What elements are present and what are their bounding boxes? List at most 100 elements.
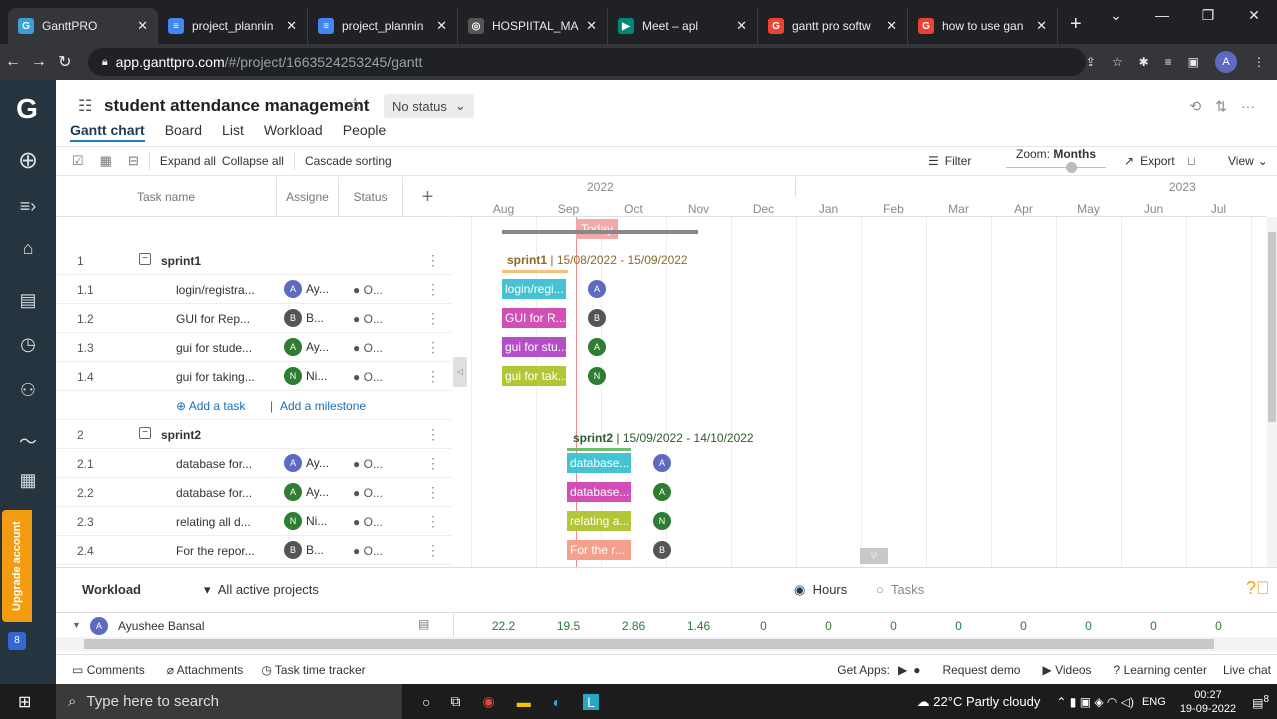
windows-start-icon[interactable]: ⊞ [18,692,31,712]
collapse-all-button[interactable]: Collapse all [222,154,284,168]
add-task-link[interactable]: ⊕ Add a task [176,399,245,413]
tab-close-icon[interactable]: ✕ [286,18,297,34]
task-name[interactable]: GUI for Rep... [176,312,250,326]
status-cell[interactable]: ● O... [353,283,383,297]
minimize-button[interactable]: — [1139,0,1185,30]
row-menu-icon[interactable]: ⋮ [426,513,440,530]
task-row[interactable]: 2.1 database for... A Ay... ● O... ⋮ [56,449,452,478]
calendar-icon[interactable]: ▤ [418,617,429,631]
group-row[interactable]: 2 − sprint2 ⋮ [56,420,452,449]
side-panel-icon[interactable]: ▣ [1188,55,1199,69]
vertical-scrollbar-thumb[interactable] [1268,232,1276,422]
zoom-slider[interactable] [1006,162,1106,177]
row-menu-icon[interactable]: ⋮ [426,310,440,327]
filter-button[interactable]: ☰ Filter [928,154,971,168]
row-menu-icon[interactable]: ⋮ [426,484,440,501]
scrollbar-thumb[interactable] [84,639,1214,649]
clock[interactable]: 00:27 19-09-2022 [1180,688,1236,716]
row-menu-icon[interactable]: ⋮ [426,542,440,559]
task-bar[interactable]: GUI for R... [502,308,566,328]
task-bar[interactable]: For the r... [567,540,631,560]
projects-icon[interactable]: ▤ [0,290,56,311]
task-row[interactable]: 1.2 GUI for Rep... B B... ● O... ⋮ [56,304,452,333]
group-name[interactable]: sprint2 [161,428,201,442]
browser-tab[interactable]: G GanttPRO ✕ [8,8,158,44]
task-bar[interactable]: database... [567,482,631,502]
task-name[interactable]: database for... [176,486,252,500]
notification-center-icon[interactable]: ▤8 [1252,694,1269,710]
chrome-taskbar-icon[interactable]: ◉ [482,693,494,710]
zoom-control[interactable]: Zoom: Months [1006,147,1106,177]
cascade-sorting-button[interactable]: Cascade sorting [305,154,392,168]
row-menu-icon[interactable]: ⋮ [426,426,440,443]
ganttpro-logo[interactable]: G [12,94,42,124]
view-tab-gantt-chart[interactable]: Gantt chart [70,122,145,142]
expand-all-button[interactable]: Expand all [160,154,216,168]
status-cell[interactable]: ● O... [353,457,383,471]
edge-icon[interactable]: ◐ [553,694,561,710]
status-column-header[interactable]: Status [339,177,403,217]
status-cell[interactable]: ● O... [353,544,383,558]
scroll-down-indicator[interactable]: ▽ [860,548,888,564]
status-cell[interactable]: ● O... [353,341,383,355]
task-bar[interactable]: login/regi... [502,279,566,299]
tab-search-icon[interactable]: ⌄ [1093,0,1139,30]
share-icon[interactable]: ⇪ [1086,55,1096,69]
create-plus-icon[interactable]: ⊕ [0,146,56,175]
browser-tab[interactable]: Ghow to use gan ✕ [908,8,1058,44]
time-tracker-button[interactable]: ◷ Task time tracker [261,663,365,677]
close-window-button[interactable]: ✕ [1231,0,1277,30]
baseline-icon[interactable]: ⊔ [1187,154,1196,168]
assignee-cell[interactable]: A Ay... [284,454,329,472]
add-task-row[interactable]: ⊕ Add a task | Add a milestone [56,391,452,420]
assignee-cell[interactable]: A Ay... [284,338,329,356]
profile-avatar[interactable]: A [1215,51,1237,73]
history-icon[interactable]: ⟲ [1190,98,1202,115]
zoom-slider-handle[interactable] [1066,162,1077,173]
tasks-radio[interactable]: ○ Tasks [876,582,924,597]
row-menu-icon[interactable]: ⋮ [426,339,440,356]
status-cell[interactable]: ● O... [353,515,383,529]
browser-menu-icon[interactable]: ⋮ [1253,55,1265,69]
app-l-icon[interactable]: L [583,693,599,710]
row-menu-icon[interactable]: ⋮ [426,368,440,385]
view-tab-workload[interactable]: Workload [264,122,323,142]
home-icon[interactable]: ⌂ [0,238,56,259]
browser-tab[interactable]: ▶ Meet – apl ✕ [608,8,758,44]
attachments-button[interactable]: ⌀ Attachments [167,663,244,677]
extensions-icon[interactable]: ✱ [1139,55,1149,69]
task-row[interactable]: 2.2 database for... A Ay... ● O... ⋮ [56,478,452,507]
live-chat-button[interactable]: Live chat [1223,663,1271,677]
view-tab-board[interactable]: Board [165,122,202,142]
view-tab-people[interactable]: People [343,122,387,142]
upgrade-account-button[interactable]: Upgrade account [2,510,32,622]
grid-collapse-handle[interactable]: ◁ [453,357,467,387]
more-icon[interactable]: ··· [1241,98,1255,115]
row-menu-icon[interactable]: ⋮ [426,455,440,472]
assignee-cell[interactable]: A Ay... [284,280,329,298]
notifications-badge[interactable]: 8 [8,632,26,650]
taskbar-search[interactable]: ⌕ Type here to search [56,684,402,719]
settings-sliders-icon[interactable]: ⇅ [1215,98,1227,115]
back-icon[interactable]: ← [0,53,26,71]
team-icon[interactable]: ⚇ [0,380,56,401]
cortana-icon[interactable]: ○ [422,694,430,710]
learning-center-button[interactable]: ? Learning center [1114,663,1207,677]
add-column-button[interactable]: + [403,177,452,217]
assignee-cell[interactable]: A Ay... [284,483,329,501]
task-bar[interactable]: database... [567,453,631,473]
task-name[interactable]: gui for stude... [176,341,252,355]
weather-widget[interactable]: ☁ 22°C Partly cloudy [917,694,1041,710]
task-row[interactable]: 2.3 relating all d... N Ni... ● O... ⋮ [56,507,452,536]
task-bar[interactable]: relating a... [567,511,631,531]
url-field[interactable]: 🔒︎ app.ganttpro.com/#/project/1663524253… [87,48,1086,76]
browser-tab[interactable]: ◎ HOSPIITAL_MA ✕ [458,8,608,44]
status-cell[interactable]: ● O... [353,370,383,384]
file-explorer-icon[interactable]: ▬ [517,694,531,710]
task-row[interactable]: 1.3 gui for stude... A Ay... ● O... ⋮ [56,333,452,362]
hours-radio[interactable]: ◉ Hours [794,582,847,598]
task-name[interactable]: gui for taking... [176,370,255,384]
checklist-icon[interactable]: ☑ [72,153,84,169]
tab-close-icon[interactable]: ✕ [436,18,447,34]
assignee-cell[interactable]: N Ni... [284,367,327,385]
